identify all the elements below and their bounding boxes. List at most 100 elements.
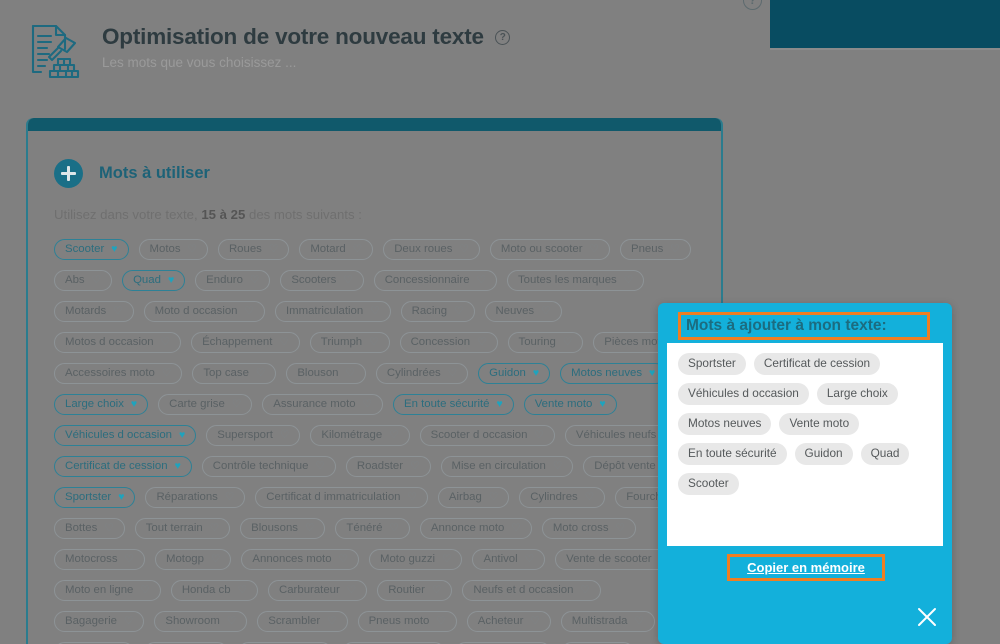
heart-outline-icon[interactable]: ♡ [436, 616, 445, 627]
keyword-tag[interactable]: Multistrada ♡ [560, 611, 655, 632]
keyword-tag[interactable]: Carte grise ♡ [158, 394, 253, 415]
heart-outline-icon[interactable]: ♡ [448, 368, 457, 379]
keyword-tag[interactable]: Top case ♡ [192, 363, 277, 384]
heart-outline-icon[interactable]: ♡ [390, 523, 399, 534]
keyword-tag[interactable]: Motogp ♡ [154, 549, 232, 570]
keyword-tag[interactable]: Moto cross ♡ [541, 518, 636, 539]
heart-outline-icon[interactable]: ♡ [225, 492, 234, 503]
keyword-tag[interactable]: Assurance moto ♡ [262, 394, 383, 415]
heart-outline-icon[interactable]: ♡ [553, 461, 562, 472]
heart-outline-icon[interactable]: ♡ [369, 337, 378, 348]
popup-chip[interactable]: Large choix [816, 383, 898, 405]
heart-outline-icon[interactable]: ♡ [454, 306, 463, 317]
heart-outline-icon[interactable]: ♡ [227, 616, 236, 627]
keyword-tag[interactable]: Deux roues ♡ [383, 239, 480, 260]
heart-outline-icon[interactable]: ♡ [280, 430, 289, 441]
keyword-tag[interactable]: Moto d occasion ♡ [143, 301, 265, 322]
keyword-tag[interactable]: Touring ♡ [507, 332, 584, 353]
heart-outline-icon[interactable]: ♡ [125, 554, 134, 565]
heart-outline-icon[interactable]: ♡ [580, 585, 589, 596]
keyword-tag[interactable]: Accessoires moto ♡ [54, 363, 183, 384]
heart-outline-icon[interactable]: ♡ [256, 368, 265, 379]
heart-outline-icon[interactable]: ♡ [210, 523, 219, 534]
keyword-tag[interactable]: Immatriculation ♡ [274, 301, 391, 322]
keyword-tag[interactable]: Ténéré ♡ [335, 518, 410, 539]
heart-outline-icon[interactable]: ♡ [269, 244, 278, 255]
heart-outline-icon[interactable]: ♡ [104, 523, 113, 534]
keyword-tag[interactable]: Acheteur ♡ [466, 611, 551, 632]
heart-outline-icon[interactable]: ♡ [477, 337, 486, 348]
keyword-tag[interactable]: Véhicules d occasion ♥ [54, 425, 197, 446]
keyword-tag[interactable]: Abs ♡ [54, 270, 113, 291]
keyword-tag[interactable]: Roadster ♡ [345, 456, 431, 477]
heart-outline-icon[interactable]: ♡ [410, 461, 419, 472]
heart-outline-icon[interactable]: ♡ [238, 585, 247, 596]
keyword-tag[interactable]: Motocross ♡ [54, 549, 145, 570]
keyword-tag[interactable]: Annonce moto ♡ [419, 518, 532, 539]
keyword-tag[interactable]: Toutes les marques ♡ [506, 270, 645, 291]
keyword-tag[interactable]: Blouson ♡ [286, 363, 366, 384]
heart-outline-icon[interactable]: ♡ [188, 244, 197, 255]
heart-outline-icon[interactable]: ♡ [161, 337, 170, 348]
keyword-tag[interactable]: Bottes ♡ [54, 518, 125, 539]
keyword-tag[interactable]: Showroom ♡ [154, 611, 248, 632]
heart-outline-icon[interactable]: ♡ [279, 337, 288, 348]
popup-chip[interactable]: Scooter [678, 473, 739, 495]
heart-outline-icon[interactable]: ♡ [124, 616, 133, 627]
heart-outline-icon[interactable]: ♡ [525, 554, 534, 565]
keyword-tag[interactable]: Motos neuves ♥ [560, 363, 667, 384]
heart-outline-icon[interactable]: ♡ [305, 523, 314, 534]
keyword-tag[interactable]: Guidon ♥ [478, 363, 551, 384]
keyword-tag[interactable]: Pneus ♡ [619, 239, 691, 260]
heart-outline-icon[interactable]: ♡ [363, 399, 372, 410]
close-icon[interactable] [916, 606, 938, 628]
heart-outline-icon[interactable]: ♡ [477, 275, 486, 286]
keyword-tag[interactable]: Pneus moto ♡ [357, 611, 457, 632]
keyword-tag[interactable]: Moto en ligne ♡ [54, 580, 161, 601]
heart-filled-icon[interactable]: ♥ [649, 368, 655, 379]
heart-outline-icon[interactable]: ♡ [442, 554, 451, 565]
heart-outline-icon[interactable]: ♡ [315, 461, 324, 472]
heart-outline-icon[interactable]: ♡ [635, 616, 644, 627]
heart-outline-icon[interactable]: ♡ [162, 368, 171, 379]
heart-outline-icon[interactable]: ♡ [347, 585, 356, 596]
heart-outline-icon[interactable]: ♡ [353, 244, 362, 255]
popup-chip[interactable]: Motos neuves [678, 413, 772, 435]
popup-chip[interactable]: Quad [860, 443, 910, 465]
keyword-tag[interactable]: Supersport ♡ [206, 425, 301, 446]
keyword-tag[interactable]: Triumph ♡ [309, 332, 390, 353]
keyword-tag[interactable]: Motard ♡ [299, 239, 374, 260]
heart-outline-icon[interactable]: ♡ [389, 430, 398, 441]
heart-outline-icon[interactable]: ♡ [211, 554, 220, 565]
heart-outline-icon[interactable]: ♡ [590, 244, 599, 255]
plus-icon[interactable] [54, 159, 83, 188]
keyword-tag[interactable]: Quad ♥ [122, 270, 186, 291]
keyword-tag[interactable]: Moto guzzi ♡ [368, 549, 463, 570]
keyword-tag[interactable]: Sportster ♥ [54, 487, 136, 508]
keyword-tag[interactable]: Scrambler ♡ [257, 611, 348, 632]
heart-filled-icon[interactable]: ♥ [496, 399, 502, 410]
heart-filled-icon[interactable]: ♥ [131, 399, 137, 410]
heart-outline-icon[interactable]: ♡ [140, 585, 149, 596]
heart-outline-icon[interactable]: ♡ [343, 275, 352, 286]
keyword-tag[interactable]: Échappement ♡ [191, 332, 300, 353]
keyword-tag[interactable]: Antivol ♡ [472, 549, 546, 570]
keyword-tag[interactable]: Mise en circulation ♡ [440, 456, 574, 477]
keyword-tag[interactable]: Bagagerie ♡ [54, 611, 145, 632]
help-icon[interactable]: ? [495, 29, 511, 45]
popup-chip[interactable]: Guidon [794, 443, 853, 465]
heart-outline-icon[interactable]: ♡ [616, 523, 625, 534]
heart-outline-icon[interactable]: ♡ [327, 616, 336, 627]
heart-outline-icon[interactable]: ♡ [250, 275, 259, 286]
keyword-tag[interactable]: Motos d occasion ♡ [54, 332, 182, 353]
heart-filled-icon[interactable]: ♥ [111, 244, 117, 255]
keyword-tag[interactable]: Contrôle technique ♡ [201, 456, 336, 477]
popup-chip[interactable]: Vente moto [779, 413, 860, 435]
keyword-tag[interactable]: Certificat de cession ♥ [54, 456, 192, 477]
keyword-tag[interactable]: Réparations ♡ [145, 487, 246, 508]
keyword-tag[interactable]: Enduro ♡ [195, 270, 271, 291]
heart-outline-icon[interactable]: ♡ [346, 368, 355, 379]
keyword-tag[interactable]: Blousons ♡ [240, 518, 326, 539]
heart-outline-icon[interactable]: ♡ [563, 337, 572, 348]
keyword-tag[interactable]: En toute sécurité ♥ [393, 394, 514, 415]
